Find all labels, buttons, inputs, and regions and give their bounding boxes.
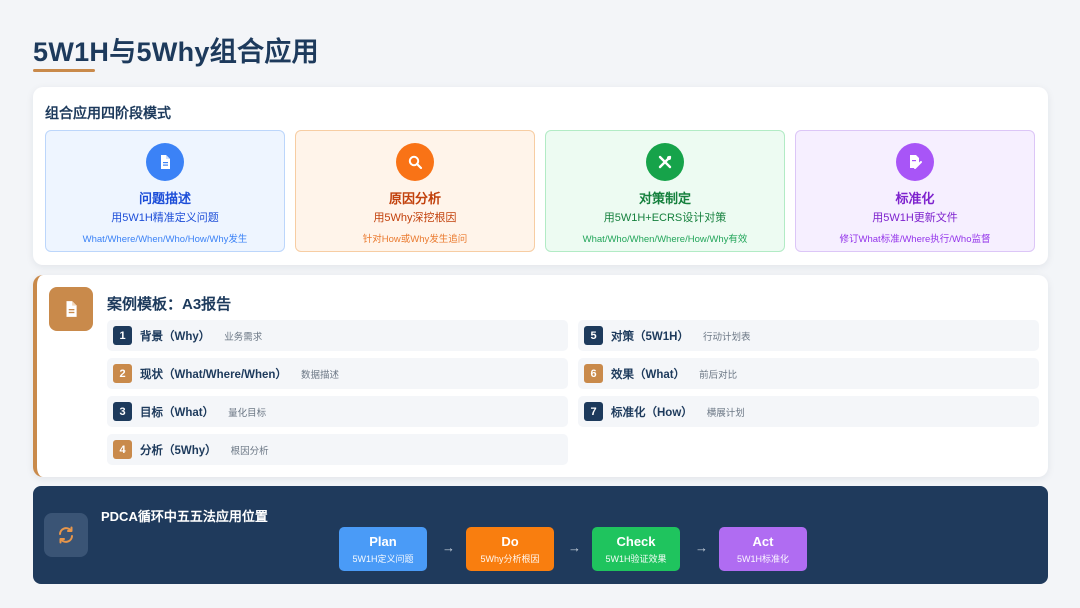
stage-desc: 用5W1H更新文件 <box>872 212 958 224</box>
step-number: 2 <box>113 364 132 383</box>
cycle-icon <box>44 513 88 557</box>
stage-name: 问题描述 <box>138 191 191 206</box>
list-item: 4 分析（5Why） 根因分析 <box>107 434 568 465</box>
stage-card-standardize[interactable]: 标准化 用5W1H更新文件 修订What标准/Where执行/Who监督 <box>795 130 1035 252</box>
stage-name: 原因分析 <box>388 191 441 206</box>
stage-name: 对策制定 <box>638 191 691 206</box>
list-item: 1 背景（Why） 业务需求 <box>107 320 568 351</box>
pdca-step-act[interactable]: Act 5W1H标准化 <box>719 527 807 571</box>
step-number: 1 <box>113 326 132 345</box>
stage-card-countermeasure[interactable]: 对策制定 用5W1H+ECRS设计对策 What/Who/When/Where/… <box>545 130 785 252</box>
row-label: 现状（What/Where/When） <box>140 368 287 381</box>
page-title: 5W1H与5Why组合应用 <box>33 37 319 67</box>
stages-panel: 组合应用四阶段模式 问题描述 用5W1H精准定义问题 What/Where/Wh… <box>33 87 1048 265</box>
search-icon <box>396 143 434 181</box>
step-name: Do <box>501 534 519 549</box>
arrow-icon: → <box>442 540 455 555</box>
stage-card-problem[interactable]: 问题描述 用5W1H精准定义问题 What/Where/When/Who/How… <box>45 130 285 252</box>
pdca-step-plan[interactable]: Plan 5W1H定义问题 <box>339 527 427 571</box>
step-desc: 5W1H标准化 <box>736 554 789 564</box>
row-note: 横展计划 <box>706 407 745 419</box>
case-template-panel: 案例模板：A3报告 1 背景（Why） 业务需求 2 现状（What/Where… <box>33 275 1048 477</box>
document-icon <box>146 143 184 181</box>
case-title: 案例模板：A3报告 <box>107 296 232 313</box>
list-item: 7 标准化（How） 横展计划 <box>578 396 1039 427</box>
step-name: Act <box>752 534 774 549</box>
stage-card-cause[interactable]: 原因分析 用5Why深挖根因 针对How或Why发生追问 <box>295 130 535 252</box>
row-label: 背景（Why） <box>140 330 211 343</box>
stage-sub: 针对How或Why发生追问 <box>362 234 468 245</box>
pdca-step-do[interactable]: Do 5Why分析根因 <box>466 527 554 571</box>
stage-sub: What/Where/When/Who/How/Why发生 <box>82 234 248 245</box>
step-desc: 5Why分析根因 <box>480 554 540 564</box>
edit-document-icon <box>896 143 934 181</box>
list-item: 5 对策（5W1H） 行动计划表 <box>578 320 1039 351</box>
row-note: 数据描述 <box>300 369 339 381</box>
pdca-step-check[interactable]: Check 5W1H验证效果 <box>592 527 680 571</box>
document-icon <box>49 287 93 331</box>
step-number: 5 <box>584 326 603 345</box>
row-label: 对策（5W1H） <box>611 330 689 343</box>
list-item: 3 目标（What） 量化目标 <box>107 396 568 427</box>
stage-sub: What/Who/When/Where/How/Why有效 <box>582 234 748 245</box>
stage-desc: 用5W1H精准定义问题 <box>111 212 219 224</box>
stage-desc: 用5Why深挖根因 <box>373 212 457 224</box>
step-desc: 5W1H验证效果 <box>605 554 667 564</box>
row-note: 根因分析 <box>230 445 269 457</box>
row-note: 前后对比 <box>699 369 738 381</box>
row-label: 分析（5Why） <box>140 444 217 457</box>
step-number: 6 <box>584 364 603 383</box>
list-item: 6 效果（What） 前后对比 <box>578 358 1039 389</box>
arrow-icon: → <box>695 540 708 555</box>
stage-sub: 修订What标准/Where执行/Who监督 <box>839 234 991 245</box>
step-number: 7 <box>584 402 603 421</box>
row-label: 目标（What） <box>140 406 215 419</box>
stage-desc: 用5W1H+ECRS设计对策 <box>603 212 727 224</box>
row-note: 行动计划表 <box>702 331 751 343</box>
pdca-title: PDCA循环中五五法应用位置 <box>101 509 268 524</box>
title-underline <box>33 69 95 72</box>
tools-icon <box>646 143 684 181</box>
stage-name: 标准化 <box>895 191 935 206</box>
step-name: Plan <box>369 534 397 549</box>
step-number: 3 <box>113 402 132 421</box>
row-label: 标准化（How） <box>611 406 693 419</box>
row-note: 业务需求 <box>224 331 263 343</box>
step-name: Check <box>616 534 656 549</box>
row-label: 效果（What） <box>611 368 686 381</box>
step-desc: 5W1H定义问题 <box>352 554 414 564</box>
pdca-panel: PDCA循环中五五法应用位置 Plan 5W1H定义问题 → Do 5Why分析… <box>33 486 1048 584</box>
list-item: 2 现状（What/Where/When） 数据描述 <box>107 358 568 389</box>
row-note: 量化目标 <box>228 407 267 419</box>
arrow-icon: → <box>568 540 581 555</box>
step-number: 4 <box>113 440 132 459</box>
stages-heading: 组合应用四阶段模式 <box>45 105 171 121</box>
